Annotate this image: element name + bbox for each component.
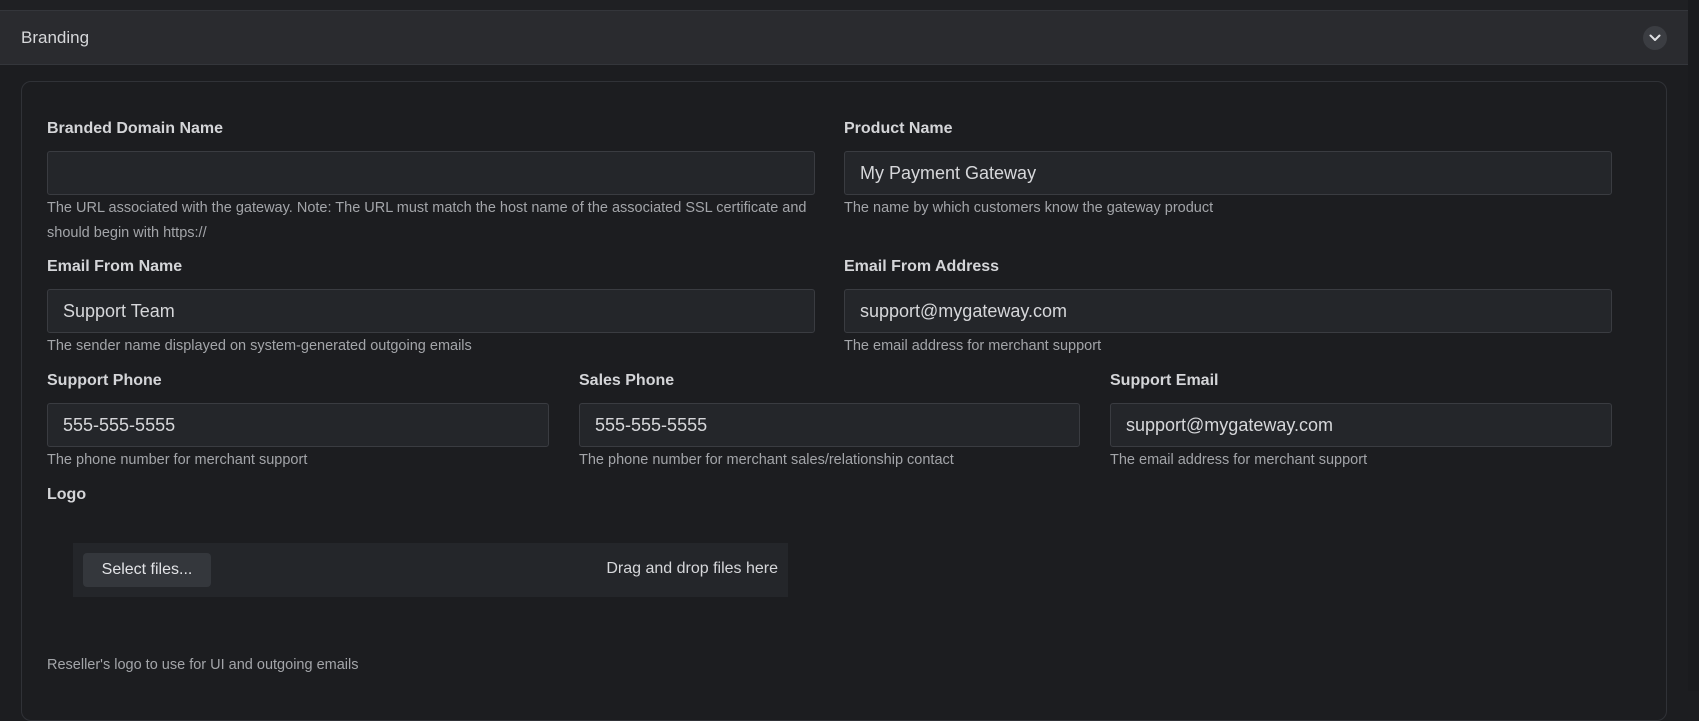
support-email-input[interactable]: [1110, 403, 1612, 447]
logo-hint: Reseller's logo to use for UI and outgoi…: [47, 657, 359, 673]
select-files-button[interactable]: Select files...: [83, 553, 211, 587]
email-from-name-input[interactable]: [47, 289, 815, 333]
branded-domain-hint: The URL associated with the gateway. Not…: [47, 200, 807, 241]
collapse-button[interactable]: [1643, 26, 1667, 50]
scrollbar-track[interactable]: [1688, 0, 1699, 691]
sales-phone-hint: The phone number for merchant sales/rela…: [579, 452, 954, 468]
support-phone-label: Support Phone: [47, 372, 162, 389]
product-name-hint: The name by which customers know the gat…: [844, 200, 1214, 216]
email-from-name-hint: The sender name displayed on system-gene…: [47, 338, 472, 354]
section-title: Branding: [21, 28, 90, 47]
sales-phone-label: Sales Phone: [579, 372, 675, 389]
branded-domain-input[interactable]: [47, 151, 815, 195]
branded-domain-label: Branded Domain Name: [47, 120, 224, 137]
drop-files-text: Drag and drop files here: [606, 560, 778, 577]
support-email-label: Support Email: [1110, 372, 1219, 389]
support-email-hint: The email address for merchant support: [1110, 452, 1368, 468]
branding-section-header[interactable]: Branding: [0, 11, 1688, 65]
chevron-down-icon: [1649, 29, 1661, 47]
email-from-name-label: Email From Name: [47, 258, 183, 275]
support-phone-input[interactable]: [47, 403, 549, 447]
product-name-input[interactable]: [844, 151, 1612, 195]
support-phone-hint: The phone number for merchant support: [47, 452, 308, 468]
logo-label: Logo: [47, 486, 87, 503]
top-strip: [0, 0, 1688, 11]
logo-dropzone[interactable]: Select files... Drag and drop files here: [73, 543, 788, 597]
sales-phone-input[interactable]: [579, 403, 1080, 447]
product-name-label: Product Name: [844, 120, 953, 137]
email-from-address-input[interactable]: [844, 289, 1612, 333]
email-from-address-label: Email From Address: [844, 258, 1000, 275]
email-from-address-hint: The email address for merchant support: [844, 338, 1102, 354]
